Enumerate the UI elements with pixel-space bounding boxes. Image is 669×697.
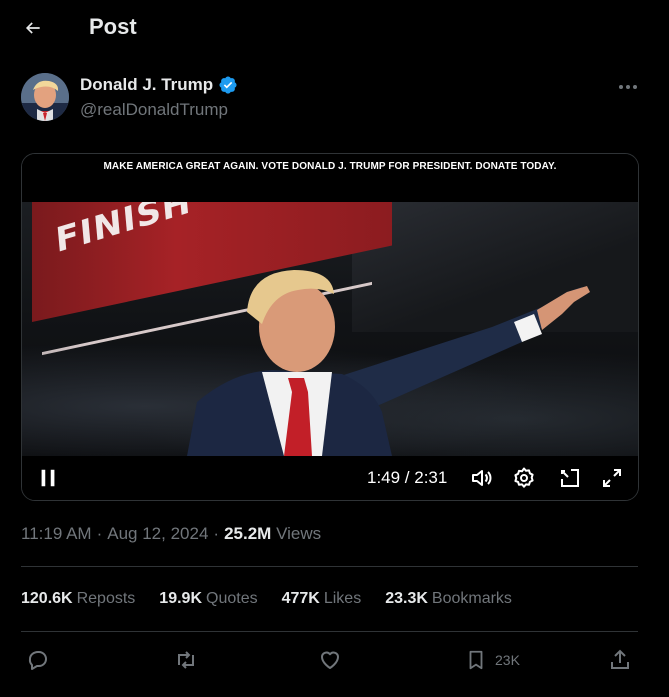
- like-button[interactable]: [318, 646, 342, 674]
- quotes-stat[interactable]: 19.9K Quotes: [159, 590, 257, 608]
- video-frame[interactable]: FINISH: [22, 202, 638, 456]
- avatar[interactable]: [21, 73, 69, 121]
- banner-text: MAKE AMERICA GREAT AGAIN. VOTE DONALD J.…: [103, 161, 557, 172]
- divider: [21, 631, 638, 632]
- bookmarks-stat[interactable]: 23.3K Bookmarks: [385, 590, 512, 608]
- back-button[interactable]: [21, 16, 45, 40]
- heart-icon: [321, 651, 339, 669]
- name-row: Donald J. Trump: [80, 75, 238, 95]
- fullscreen-button[interactable]: [598, 464, 626, 492]
- quotes-label: Quotes: [206, 590, 258, 607]
- speaker-figure: [187, 270, 590, 456]
- views-count: 25.2M: [224, 524, 272, 543]
- verified-badge-icon[interactable]: [218, 75, 238, 95]
- picture-in-picture-button[interactable]: [556, 464, 584, 492]
- dot-icon: [619, 85, 623, 89]
- action-bar: 23K: [0, 646, 669, 676]
- reposts-label: Reposts: [76, 590, 136, 607]
- page-title: Post: [89, 14, 137, 39]
- bookmarks-label: Bookmarks: [431, 590, 512, 607]
- pause-icon: [41, 469, 55, 487]
- more-options-button[interactable]: [616, 77, 640, 97]
- engagement-stats: 120.6K Reposts 19.9K Quotes 477K Likes 23.3…: [21, 590, 512, 608]
- author-name[interactable]: Donald J. Trump: [80, 75, 213, 95]
- meta-separator: ·: [213, 524, 220, 543]
- bookmark-icon: [469, 650, 483, 670]
- avatar-image: [21, 73, 69, 121]
- likes-stat[interactable]: 477K Likes: [282, 590, 362, 608]
- fullscreen-icon: [603, 469, 621, 487]
- reposts-count: 120.6K: [21, 590, 73, 607]
- post-time[interactable]: 11:19 AM: [21, 524, 92, 544]
- volume-button[interactable]: [467, 464, 495, 492]
- bookmarks-count: 23.3K: [385, 590, 428, 607]
- video-time: 1:49 / 2:31: [367, 468, 448, 487]
- divider: [21, 566, 638, 567]
- views-label: Views: [276, 524, 322, 543]
- settings-icon: [514, 467, 534, 488]
- meta-separator: ·: [96, 524, 103, 543]
- quotes-count: 19.9K: [159, 590, 202, 607]
- dot-icon: [633, 85, 637, 89]
- reposts-stat[interactable]: 120.6K Reposts: [21, 590, 135, 608]
- share-icon: [611, 649, 629, 669]
- arrow-left-icon: [25, 22, 40, 34]
- author-handle[interactable]: @realDonaldTrump: [80, 100, 228, 120]
- post-meta: 11:19 AM · Aug 12, 2024 · 25.2M Views: [21, 524, 321, 544]
- volume-icon: [472, 470, 492, 486]
- video-player[interactable]: MAKE AMERICA GREAT AGAIN. VOTE DONALD J.…: [21, 153, 639, 501]
- pop-out-icon: [561, 469, 579, 487]
- post-author: Donald J. Trump @realDonaldTrump: [21, 73, 648, 125]
- top-bar: Post: [0, 0, 669, 56]
- video-controls: 1:49 / 2:31: [22, 456, 638, 500]
- repost-icon: [178, 651, 194, 669]
- settings-button[interactable]: [510, 464, 538, 492]
- likes-label: Likes: [323, 590, 362, 607]
- bookmark-button[interactable]: 23K: [465, 646, 520, 674]
- video-banner: MAKE AMERICA GREAT AGAIN. VOTE DONALD J.…: [22, 154, 638, 202]
- reply-icon: [28, 651, 47, 670]
- likes-count: 477K: [281, 590, 320, 607]
- dot-icon: [626, 85, 630, 89]
- post-date[interactable]: Aug 12, 2024: [107, 524, 208, 544]
- reply-button[interactable]: [26, 646, 50, 674]
- share-button[interactable]: [608, 646, 632, 674]
- bookmark-count: 23K: [495, 652, 520, 668]
- repost-button[interactable]: [173, 646, 199, 674]
- pause-button[interactable]: [34, 464, 62, 492]
